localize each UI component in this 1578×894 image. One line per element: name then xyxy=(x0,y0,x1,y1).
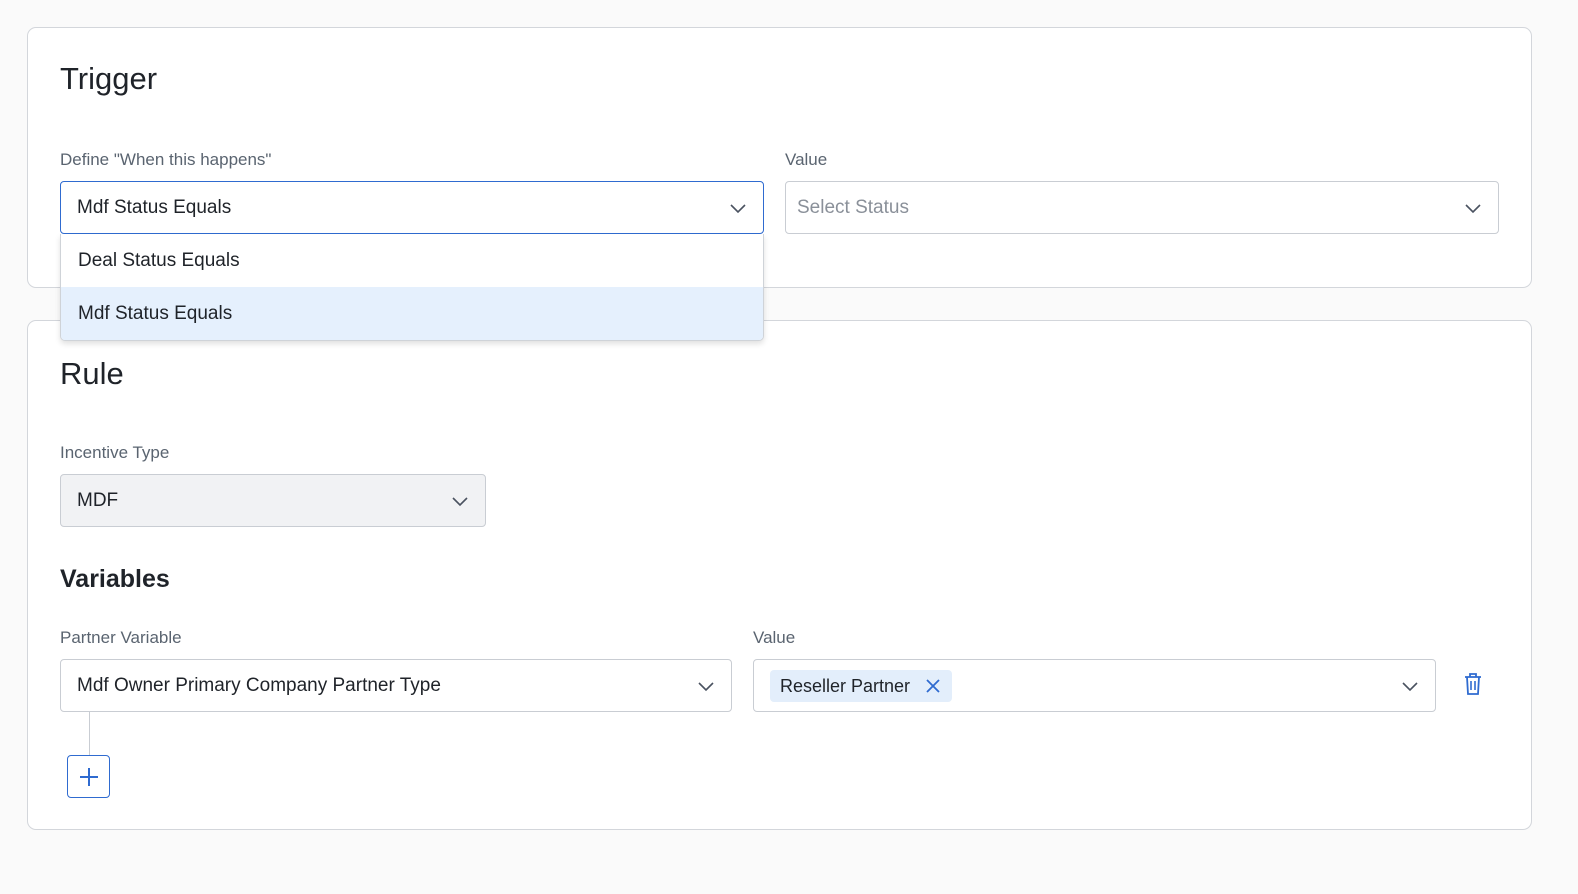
plus-icon xyxy=(79,767,98,786)
rule-card: Rule Variables xyxy=(27,320,1532,830)
chevron-down-icon xyxy=(1465,204,1481,214)
trigger-event-value: Mdf Status Equals xyxy=(77,196,232,218)
add-variable-button[interactable] xyxy=(67,755,110,798)
partner-variable-label: Partner Variable xyxy=(60,628,182,647)
trash-icon[interactable] xyxy=(1461,671,1485,697)
variable-value-label: Value xyxy=(753,628,796,647)
incentive-type-label: Incentive Type xyxy=(60,443,170,462)
status-placeholder: Select Status xyxy=(797,196,909,218)
define-label: Define "When this happens" xyxy=(60,150,272,169)
chevron-down-icon xyxy=(730,204,746,214)
trigger-value-label: Value xyxy=(785,150,828,169)
incentive-type-select: MDF xyxy=(60,474,486,527)
option-deal-status-equals[interactable]: Deal Status Equals xyxy=(61,234,763,287)
trigger-title: Trigger xyxy=(60,61,158,96)
partner-variable-value: Mdf Owner Primary Company Partner Type xyxy=(77,674,441,696)
chevron-down-icon xyxy=(698,682,714,692)
trigger-event-dropdown: Deal Status Equals Mdf Status Equals xyxy=(60,234,764,341)
value-chip-label: Reseller Partner xyxy=(780,675,911,696)
value-chip: Reseller Partner xyxy=(770,670,953,702)
status-select[interactable]: Select Status xyxy=(785,181,1499,234)
incentive-type-value: MDF xyxy=(77,489,119,511)
trigger-event-select[interactable]: Mdf Status Equals xyxy=(60,181,764,234)
option-mdf-status-equals[interactable]: Mdf Status Equals xyxy=(61,287,763,340)
connector-line xyxy=(89,712,90,756)
variables-title: Variables xyxy=(60,565,170,593)
close-icon[interactable] xyxy=(924,677,942,695)
partner-variable-select[interactable]: Mdf Owner Primary Company Partner Type xyxy=(60,659,732,712)
rule-title: Rule xyxy=(60,356,124,391)
variable-value-select[interactable]: Reseller Partner xyxy=(753,659,1436,712)
chevron-down-icon xyxy=(452,497,468,507)
chevron-down-icon xyxy=(1402,682,1418,692)
